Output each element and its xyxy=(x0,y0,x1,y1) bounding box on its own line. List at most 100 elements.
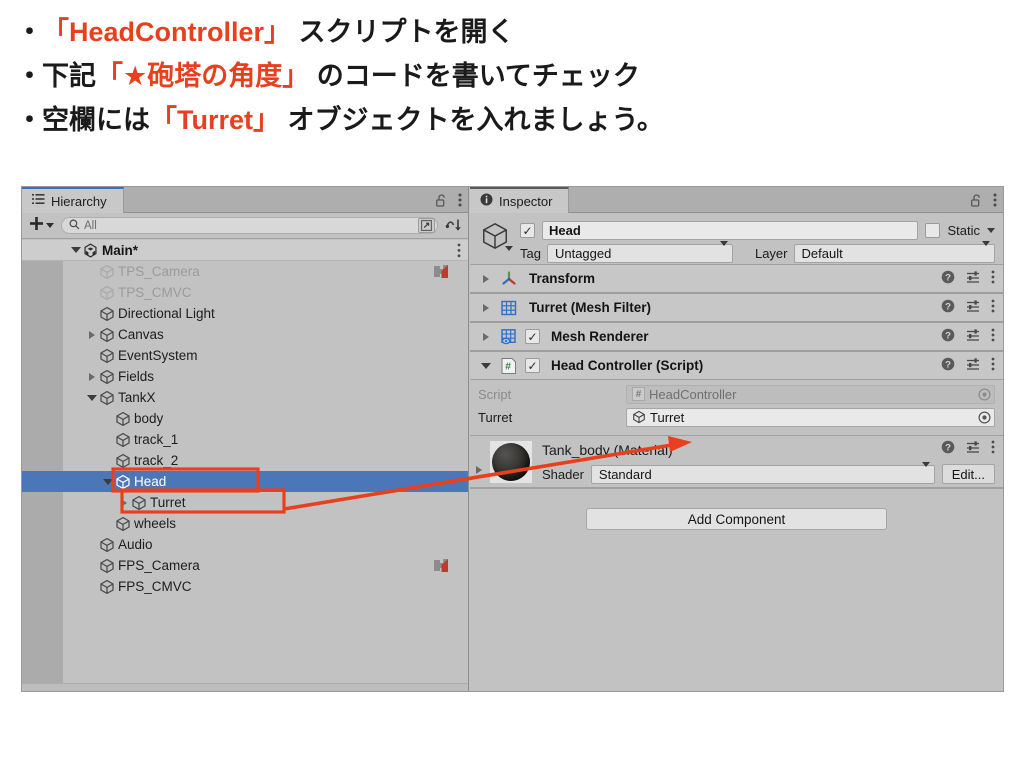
script-object-picker-icon[interactable] xyxy=(978,387,991,401)
add-component-button[interactable]: Add Component xyxy=(586,508,887,530)
hierarchy-item-label: EventSystem xyxy=(118,348,198,363)
hierarchy-row-tankx[interactable]: TankX xyxy=(22,387,468,408)
gameobject-cube-icon[interactable] xyxy=(480,221,514,255)
hierarchy-item-label: body xyxy=(134,411,164,426)
script-object-field[interactable]: # HeadController xyxy=(626,384,995,404)
hierarchy-row-audio[interactable]: Audio xyxy=(22,534,468,555)
static-checkbox[interactable] xyxy=(925,223,941,238)
hierarchy-item-label: Canvas xyxy=(118,327,164,342)
kebab-menu-icon[interactable] xyxy=(458,193,462,207)
hierarchy-list-icon xyxy=(32,193,45,209)
help-circle-icon[interactable]: ? xyxy=(941,328,955,347)
gameobject-cube-icon xyxy=(131,495,147,511)
shader-edit-button[interactable]: Edit... xyxy=(941,464,995,484)
component-row-turret-mesh-filter-[interactable]: Turret (Mesh Filter)? xyxy=(470,293,1003,322)
hierarchy-row-tps-cmvc[interactable]: TPS_CMVC xyxy=(22,282,468,303)
hierarchy-row-wheels[interactable]: wheels xyxy=(22,513,468,534)
material-help-circle-icon[interactable]: ? xyxy=(941,440,955,459)
sort-alphabetical-icon[interactable] xyxy=(442,216,464,236)
triangle-right-icon[interactable] xyxy=(84,372,99,381)
kebab-menu-icon[interactable] xyxy=(991,357,995,376)
preset-sliders-icon[interactable] xyxy=(966,299,980,318)
material-title: Tank_body (Material) xyxy=(542,442,673,458)
static-dropdown-caret[interactable] xyxy=(987,228,995,233)
component-enabled-checkbox[interactable] xyxy=(525,358,540,373)
gameobject-cube-icon xyxy=(115,516,131,532)
tag-dropdown[interactable]: Untagged xyxy=(546,241,733,263)
turret-object-picker-icon[interactable] xyxy=(978,410,991,424)
scene-kebab-menu-icon[interactable] xyxy=(457,243,461,263)
triangle-right-icon[interactable] xyxy=(116,498,131,507)
kebab-menu-icon[interactable] xyxy=(991,270,995,289)
kebab-menu-icon[interactable] xyxy=(991,328,995,347)
hierarchy-row-tps-camera[interactable]: TPS_Camera xyxy=(22,261,468,282)
triangle-down-icon[interactable] xyxy=(84,394,99,401)
component-row-head-controller-script-[interactable]: # Head Controller (Script)? xyxy=(470,351,1003,380)
turret-object-field[interactable]: Turret xyxy=(626,407,995,427)
hierarchy-row-body[interactable]: body xyxy=(22,408,468,429)
component-foldout-triangle-down-icon[interactable] xyxy=(478,362,493,369)
preset-sliders-icon[interactable] xyxy=(966,328,980,347)
gameobject-name-input[interactable]: Head xyxy=(542,221,919,240)
filter-popout-icon[interactable] xyxy=(418,218,435,233)
material-kebab-menu-icon[interactable] xyxy=(991,440,995,459)
kebab-menu-icon[interactable] xyxy=(991,299,995,318)
preset-sliders-icon[interactable] xyxy=(966,270,980,289)
help-circle-icon[interactable]: ? xyxy=(941,270,955,289)
search-input[interactable]: All xyxy=(61,217,438,234)
cs-script-icon: # xyxy=(500,357,518,375)
inspector-kebab-menu-icon[interactable] xyxy=(993,193,997,207)
gameobject-name-row: Head Static xyxy=(520,221,995,240)
preset-sliders-icon[interactable] xyxy=(966,357,980,376)
component-foldout-triangle-right-icon[interactable] xyxy=(478,303,493,312)
hierarchy-toolbar: All xyxy=(22,213,468,239)
scene-expand-arrow[interactable] xyxy=(68,247,83,253)
plus-icon xyxy=(29,216,44,235)
help-circle-icon[interactable]: ? xyxy=(941,357,955,376)
hierarchy-row-fps-camera[interactable]: FPS_Camera xyxy=(22,555,468,576)
material-foldout-triangle-right-icon[interactable] xyxy=(476,466,482,474)
hierarchy-row-track-1[interactable]: track_1 xyxy=(22,429,468,450)
hierarchy-horizontal-scrollbar[interactable] xyxy=(22,683,468,691)
hierarchy-tree-scroll[interactable]: Main* TPS_Camera TPS_CMVC Directional Ligh… xyxy=(22,240,468,683)
inspector-lock-open-icon[interactable] xyxy=(971,193,982,207)
add-gameobject-button[interactable] xyxy=(26,216,57,235)
triangle-right-icon[interactable] xyxy=(84,330,99,339)
layer-value: Default xyxy=(801,246,843,261)
component-row-mesh-renderer[interactable]: Mesh Renderer? xyxy=(470,322,1003,351)
search-icon xyxy=(69,219,80,232)
tab-hierarchy[interactable]: Hierarchy xyxy=(22,187,124,213)
inspector-tabbar: Inspector xyxy=(470,187,1003,213)
lock-open-icon[interactable] xyxy=(436,193,447,207)
component-enabled-checkbox[interactable] xyxy=(525,329,540,344)
component-row-icons: ? xyxy=(941,323,995,352)
gameobject-icon-dropdown-caret[interactable] xyxy=(505,246,513,251)
component-name-label: Head Controller (Script) xyxy=(551,358,704,373)
hierarchy-row-turret[interactable]: Turret xyxy=(22,492,468,513)
bullet-2-part-2: 「★砲塔の角度」 xyxy=(96,61,310,91)
scene-row-main[interactable]: Main* xyxy=(22,240,468,261)
mesh-filter-grid-icon xyxy=(500,299,518,317)
material-preset-sliders-icon[interactable] xyxy=(966,440,980,459)
tab-inspector[interactable]: Inspector xyxy=(470,187,570,213)
bullet-3-part-2: 「Turret」 xyxy=(150,105,281,135)
shader-dropdown[interactable]: Standard xyxy=(590,461,935,484)
bullet-marker-3: ・ xyxy=(16,105,43,135)
chevron-down-icon xyxy=(46,223,54,228)
help-circle-icon[interactable]: ? xyxy=(941,299,955,318)
gameobject-active-checkbox[interactable] xyxy=(520,223,535,238)
hierarchy-row-head[interactable]: Head xyxy=(22,471,468,492)
svg-text:#: # xyxy=(505,360,511,372)
hierarchy-row-fps-cmvc[interactable]: FPS_CMVC xyxy=(22,576,468,597)
component-row-transform[interactable]: Transform? xyxy=(470,264,1003,293)
component-foldout-triangle-right-icon[interactable] xyxy=(478,332,493,341)
hierarchy-row-eventsystem[interactable]: EventSystem xyxy=(22,345,468,366)
hierarchy-row-fields[interactable]: Fields xyxy=(22,366,468,387)
triangle-down-icon[interactable] xyxy=(100,478,115,485)
component-foldout-triangle-right-icon[interactable] xyxy=(478,274,493,283)
layer-dropdown[interactable]: Default xyxy=(793,241,995,263)
hierarchy-row-canvas[interactable]: Canvas xyxy=(22,324,468,345)
tag-label: Tag xyxy=(520,246,541,261)
hierarchy-row-directional-light[interactable]: Directional Light xyxy=(22,303,468,324)
hierarchy-row-track-2[interactable]: track_2 xyxy=(22,450,468,471)
